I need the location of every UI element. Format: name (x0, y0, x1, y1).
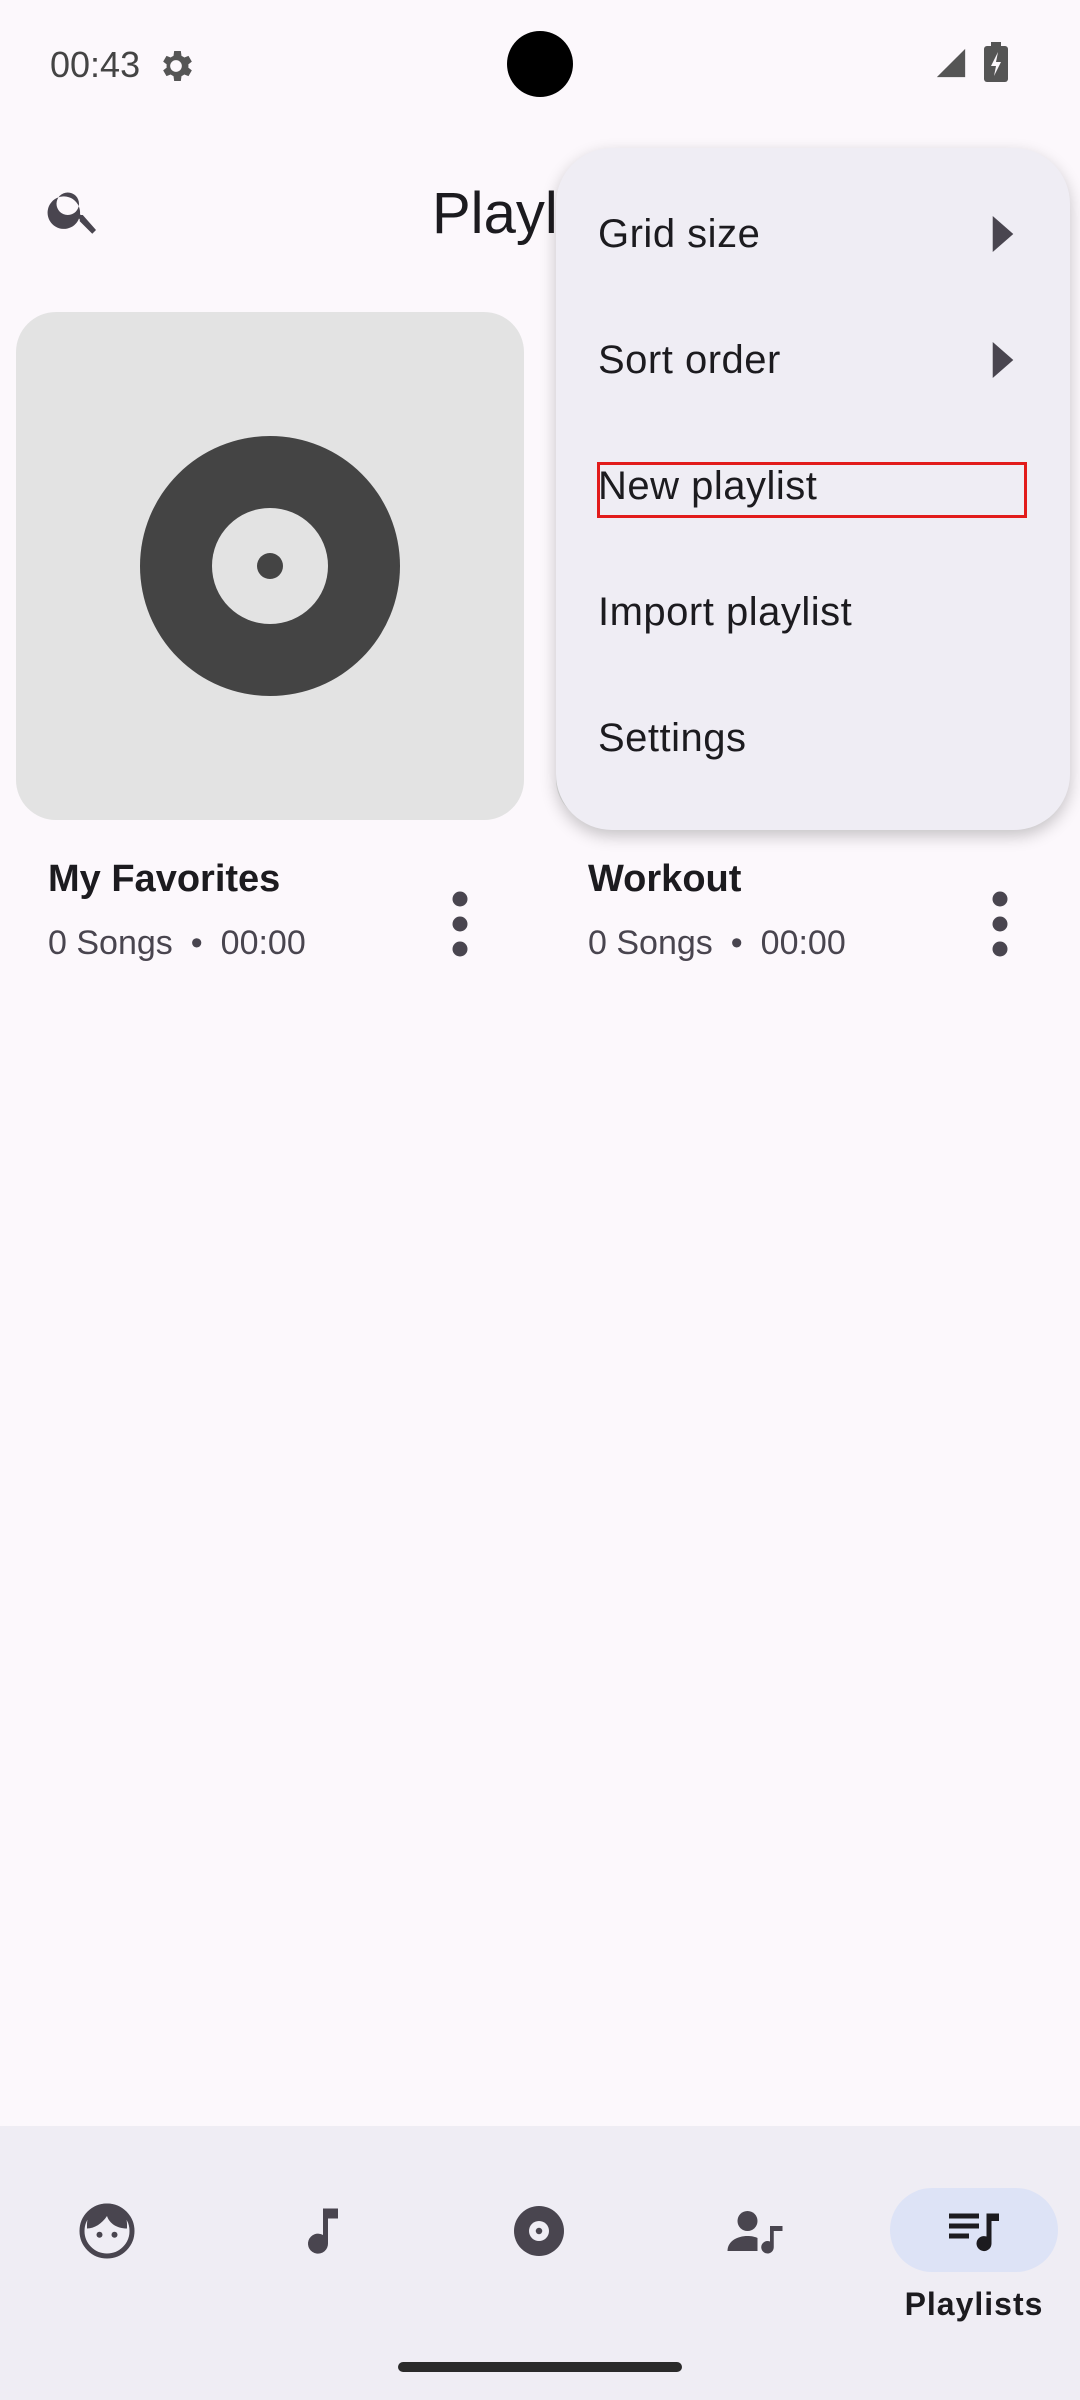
nav-item-albums[interactable] (454, 2156, 624, 2336)
separator-dot: • (730, 924, 743, 962)
playlist-icon (949, 2213, 999, 2252)
nav-item-playlists[interactable]: Playlists (868, 2156, 1080, 2336)
arrow-right-icon (992, 342, 1014, 378)
playlist-duration: 00:00 (220, 924, 306, 962)
song-count: 0 Songs (48, 924, 173, 962)
song-count: 0 Songs (588, 924, 713, 962)
playlist-duration: 00:00 (760, 924, 846, 962)
front-camera (507, 31, 573, 97)
nav-label: Playlists (904, 2286, 1044, 2322)
menu-item-settings[interactable]: Settings (556, 674, 1070, 800)
user-music-icon (727, 2211, 783, 2254)
bottom-navigation: Playlists (0, 2126, 1080, 2400)
playlist-name: Workout (588, 858, 742, 900)
highlight-box (597, 462, 1027, 518)
playlist-card[interactable]: My Favorites 0 Songs • 00:00 (16, 312, 524, 962)
menu-item-grid-size[interactable]: Grid size (556, 170, 1070, 296)
menu-item-label: Grid size (598, 212, 761, 256)
menu-item-label: Import playlist (598, 590, 853, 634)
nav-item-songs[interactable] (238, 2156, 408, 2336)
playlist-name: My Favorites (48, 858, 281, 900)
album-art (16, 312, 524, 820)
separator-dot: • (190, 924, 203, 962)
menu-item-label: Settings (598, 716, 747, 760)
status-time: 00:43 (50, 44, 141, 85)
menu-item-import-playlist[interactable]: Import playlist (556, 548, 1070, 674)
playlist-info: 0 Songs • 00:00 (588, 924, 846, 963)
search-icon[interactable] (44, 180, 104, 240)
signal-icon (936, 48, 966, 78)
menu-item-label: Sort order (598, 338, 781, 382)
playlist-info: 0 Songs • 00:00 (48, 924, 306, 963)
settings-gear-icon (163, 51, 192, 81)
more-vert-icon[interactable] (430, 884, 490, 964)
album-disc-icon (514, 2206, 564, 2256)
nav-item-artists-list[interactable] (670, 2156, 840, 2336)
overflow-menu: Grid size Sort order New playlist Import… (556, 148, 1070, 830)
disc-icon (140, 436, 400, 696)
menu-item-sort-order[interactable]: Sort order (556, 296, 1070, 422)
battery-charging-icon (984, 42, 1008, 82)
more-vert-icon[interactable] (970, 884, 1030, 964)
arrow-right-icon (992, 216, 1014, 252)
gesture-bar[interactable] (398, 2362, 682, 2372)
nav-item-artists[interactable] (22, 2156, 192, 2336)
music-note-icon (308, 2208, 338, 2254)
artist-face-icon (79, 2203, 135, 2259)
status-bar: 00:43 (0, 0, 1080, 130)
